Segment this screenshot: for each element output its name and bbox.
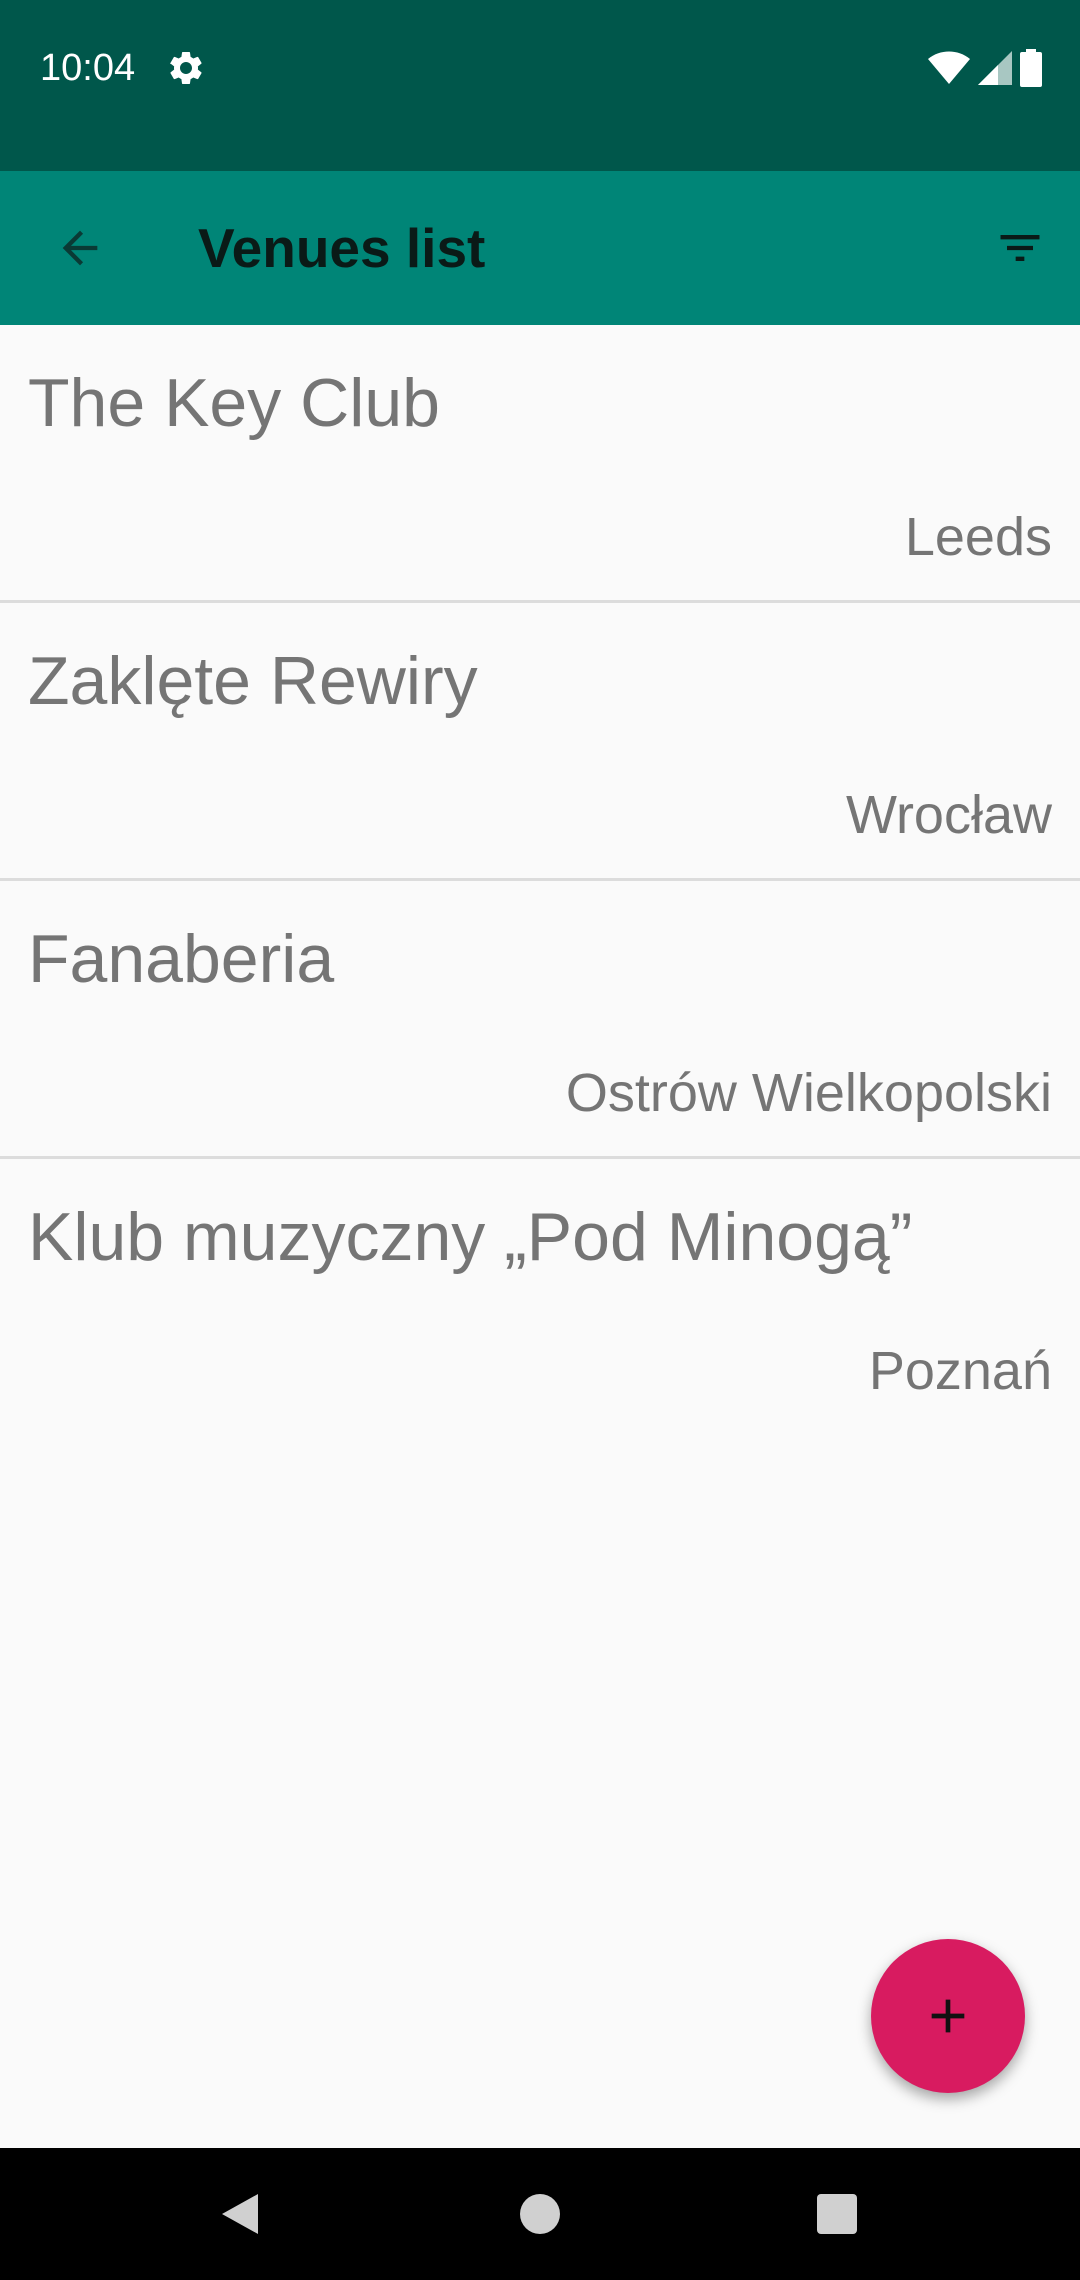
list-item[interactable]: Klub muzyczny „Pod Minogą” Poznań <box>0 1159 1080 1437</box>
back-button[interactable] <box>38 206 122 290</box>
nav-back-icon[interactable] <box>218 2192 262 2236</box>
venue-city: Wrocław <box>845 785 1052 845</box>
venue-city: Poznań <box>868 1341 1052 1401</box>
venue-city: Leeds <box>904 507 1052 567</box>
venue-city: Ostrów Wielkopolski <box>565 1063 1052 1123</box>
list-item[interactable]: The Key Club Leeds <box>0 325 1080 603</box>
app-bar: Venues list <box>0 171 1080 325</box>
venue-list: The Key Club Leeds Zaklęte Rewiry Wrocła… <box>0 325 1080 1437</box>
page-title: Venues list <box>198 217 486 279</box>
status-time: 10:04 <box>40 47 136 89</box>
venue-name: Fanaberia <box>28 921 335 997</box>
status-bar: 10:04 <box>0 0 1080 171</box>
filter-icon <box>1000 235 1040 261</box>
add-venue-button[interactable] <box>871 1939 1025 2093</box>
list-item[interactable]: Zaklęte Rewiry Wrocław <box>0 603 1080 881</box>
cell-signal-icon <box>978 51 1012 85</box>
venue-name: Klub muzyczny „Pod Minogą” <box>28 1199 913 1275</box>
wifi-icon <box>928 51 970 84</box>
venue-name: Zaklęte Rewiry <box>28 643 478 719</box>
system-nav-bar <box>0 2148 1080 2280</box>
nav-home-icon[interactable] <box>520 2194 560 2234</box>
venue-name: The Key Club <box>28 365 440 441</box>
arrow-back-icon <box>62 230 98 266</box>
settings-icon <box>169 51 202 84</box>
nav-recents-icon[interactable] <box>817 2194 857 2234</box>
add-icon <box>931 1999 965 2033</box>
battery-icon <box>1020 49 1042 87</box>
list-item[interactable]: Fanaberia Ostrów Wielkopolski <box>0 881 1080 1159</box>
filter-button[interactable] <box>978 206 1062 290</box>
status-icons <box>928 48 1042 88</box>
